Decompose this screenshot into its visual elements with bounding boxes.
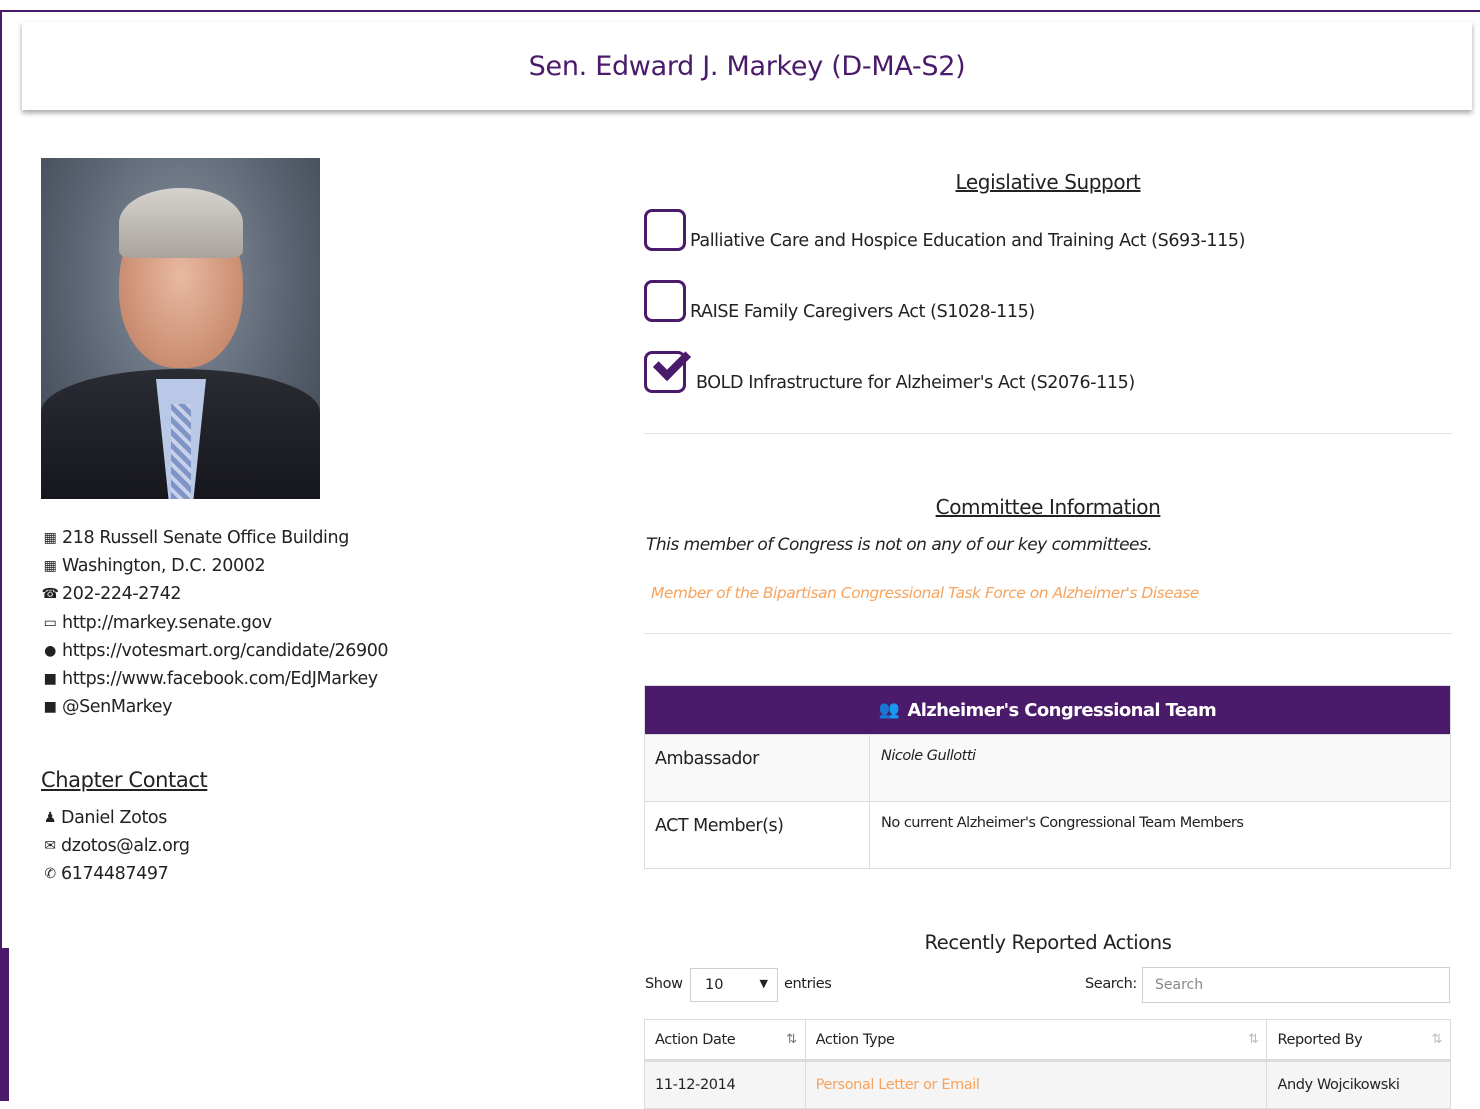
chapter-email-row[interactable]: ✉ dzotos@alz.org bbox=[40, 832, 190, 860]
reported-by-cell: Andy Wojcikowski bbox=[1277, 1077, 1400, 1093]
team-row-ambassador: Ambassador Nicole Gullotti bbox=[645, 734, 1450, 801]
actions-table: Action Date ⇅ Action Type ⇅ Reported By … bbox=[644, 1019, 1451, 1109]
building-icon: ▦ bbox=[43, 558, 57, 575]
team-table-title: Alzheimer's Congressional Team bbox=[907, 699, 1217, 721]
section-divider bbox=[644, 633, 1452, 634]
chapter-contact-title: Chapter Contact bbox=[41, 768, 208, 792]
column-header-label: Reported By bbox=[1277, 1031, 1363, 1048]
sort-icon: ⇅ bbox=[1431, 1032, 1443, 1047]
page-header: Sen. Edward J. Markey (D-MA-S2) bbox=[22, 22, 1472, 110]
votesmart-row[interactable]: ● https://votesmart.org/candidate/26900 bbox=[40, 637, 560, 665]
address-line1-row: ▦ 218 Russell Senate Office Building bbox=[40, 524, 560, 552]
website-link[interactable]: http://markey.senate.gov bbox=[62, 613, 272, 633]
address-line2: Washington, D.C. 20002 bbox=[62, 556, 266, 577]
facebook-row[interactable]: ■ https://www.facebook.com/EdJMarkey bbox=[40, 665, 560, 693]
votesmart-link[interactable]: https://votesmart.org/candidate/26900 bbox=[62, 641, 389, 661]
chapter-contact: ♟ Daniel Zotos ✉ dzotos@alz.org ✆ 617448… bbox=[40, 804, 190, 888]
senator-photo bbox=[41, 158, 320, 499]
desktop-icon: ▭ bbox=[43, 614, 57, 631]
photo-tie bbox=[171, 404, 191, 499]
phone-icon: ✆ bbox=[44, 866, 56, 882]
chapter-contact-name: Daniel Zotos bbox=[61, 808, 167, 828]
committee-info-title: Committee Information bbox=[935, 495, 1161, 519]
page-size-value: 10 bbox=[705, 977, 724, 993]
bill-item-s2076[interactable]: BOLD Infrastructure for Alzheimer's Act … bbox=[644, 342, 1135, 393]
team-row-value: No current Alzheimer's Congressional Tea… bbox=[881, 815, 1244, 831]
twitter-icon: ■ bbox=[43, 699, 57, 716]
twitter-row[interactable]: ■ @SenMarkey bbox=[40, 693, 560, 721]
chapter-phone-row: ✆ 6174487497 bbox=[40, 860, 190, 888]
phone-row: ☎ 202-224-2742 bbox=[40, 580, 560, 608]
column-header-action-date[interactable]: Action Date ⇅ bbox=[645, 1020, 806, 1059]
bill-item-s693[interactable]: Palliative Care and Hospice Education an… bbox=[644, 209, 1245, 251]
chapter-contact-email[interactable]: dzotos@alz.org bbox=[61, 836, 190, 856]
committee-note: This member of Congress is not on any of… bbox=[646, 535, 1153, 555]
column-header-action-type[interactable]: Action Type ⇅ bbox=[806, 1020, 1268, 1059]
comment-icon: ● bbox=[44, 642, 56, 659]
team-row-value: Nicole Gullotti bbox=[881, 748, 976, 764]
address-line2-row: ▦ Washington, D.C. 20002 bbox=[40, 552, 560, 580]
bill-label: Palliative Care and Hospice Education an… bbox=[690, 231, 1246, 251]
chapter-contact-phone: 6174487497 bbox=[61, 864, 169, 884]
section-divider bbox=[644, 433, 1452, 434]
facebook-link[interactable]: https://www.facebook.com/EdJMarkey bbox=[62, 669, 378, 689]
left-accent-bar bbox=[0, 948, 9, 1101]
bill-checkbox-unchecked[interactable] bbox=[644, 209, 686, 251]
entries-label: entries bbox=[784, 976, 832, 992]
search-label: Search: bbox=[1085, 976, 1137, 992]
users-icon: 👥 bbox=[878, 700, 900, 720]
action-date-cell: 11-12-2014 bbox=[645, 1062, 806, 1108]
facebook-icon: ■ bbox=[43, 671, 57, 688]
sort-icon: ⇅ bbox=[1247, 1032, 1259, 1047]
phone-square-icon: ☎ bbox=[41, 586, 59, 603]
twitter-link[interactable]: @SenMarkey bbox=[62, 697, 173, 717]
action-type-link[interactable]: Personal Letter or Email bbox=[806, 1062, 1268, 1108]
congressional-team-table: 👥 Alzheimer's Congressional Team Ambassa… bbox=[644, 685, 1451, 869]
user-icon: ♟ bbox=[43, 810, 57, 826]
legislative-support-title: Legislative Support bbox=[955, 170, 1141, 194]
bill-label: BOLD Infrastructure for Alzheimer's Act … bbox=[696, 373, 1135, 393]
column-header-label: Action Type bbox=[815, 1031, 895, 1048]
building-icon: ▦ bbox=[43, 530, 57, 547]
page-size-select[interactable]: 10 ▼ bbox=[690, 968, 778, 1002]
bill-checkbox-unchecked[interactable] bbox=[644, 280, 686, 322]
recent-actions-title: Recently Reported Actions bbox=[924, 931, 1172, 954]
bill-checkbox-checked[interactable] bbox=[644, 342, 692, 393]
column-header-label: Action Date bbox=[655, 1031, 736, 1048]
show-label: Show bbox=[645, 976, 683, 992]
column-header-reported-by[interactable]: Reported By ⇅ bbox=[1267, 1020, 1450, 1059]
caret-down-icon: ▼ bbox=[759, 977, 768, 990]
actions-table-header: Action Date ⇅ Action Type ⇅ Reported By … bbox=[645, 1020, 1450, 1062]
task-force-membership: Member of the Bipartisan Congressional T… bbox=[651, 584, 1199, 602]
chapter-name-row: ♟ Daniel Zotos bbox=[40, 804, 190, 832]
team-row-act-members: ACT Member(s) No current Alzheimer's Con… bbox=[645, 801, 1450, 868]
table-row: 11-12-2014 Personal Letter or Email Andy… bbox=[645, 1062, 1450, 1108]
contact-info: ▦ 218 Russell Senate Office Building ▦ W… bbox=[40, 524, 560, 721]
search-input[interactable] bbox=[1142, 967, 1450, 1003]
envelope-icon: ✉ bbox=[44, 838, 56, 854]
team-row-label: ACT Member(s) bbox=[645, 802, 870, 868]
photo-hair bbox=[119, 188, 243, 258]
office-phone: 202-224-2742 bbox=[62, 584, 182, 605]
website-row[interactable]: ▭ http://markey.senate.gov bbox=[40, 609, 560, 637]
address-line1: 218 Russell Senate Office Building bbox=[62, 528, 349, 549]
sort-asc-icon: ⇅ bbox=[786, 1032, 797, 1047]
team-row-label: Ambassador bbox=[645, 735, 870, 801]
bill-item-s1028[interactable]: RAISE Family Caregivers Act (S1028-115) bbox=[644, 280, 1035, 322]
bill-label: RAISE Family Caregivers Act (S1028-115) bbox=[690, 302, 1035, 322]
page-title: Sen. Edward J. Markey (D-MA-S2) bbox=[528, 50, 966, 82]
team-table-header: 👥 Alzheimer's Congressional Team bbox=[645, 686, 1450, 734]
